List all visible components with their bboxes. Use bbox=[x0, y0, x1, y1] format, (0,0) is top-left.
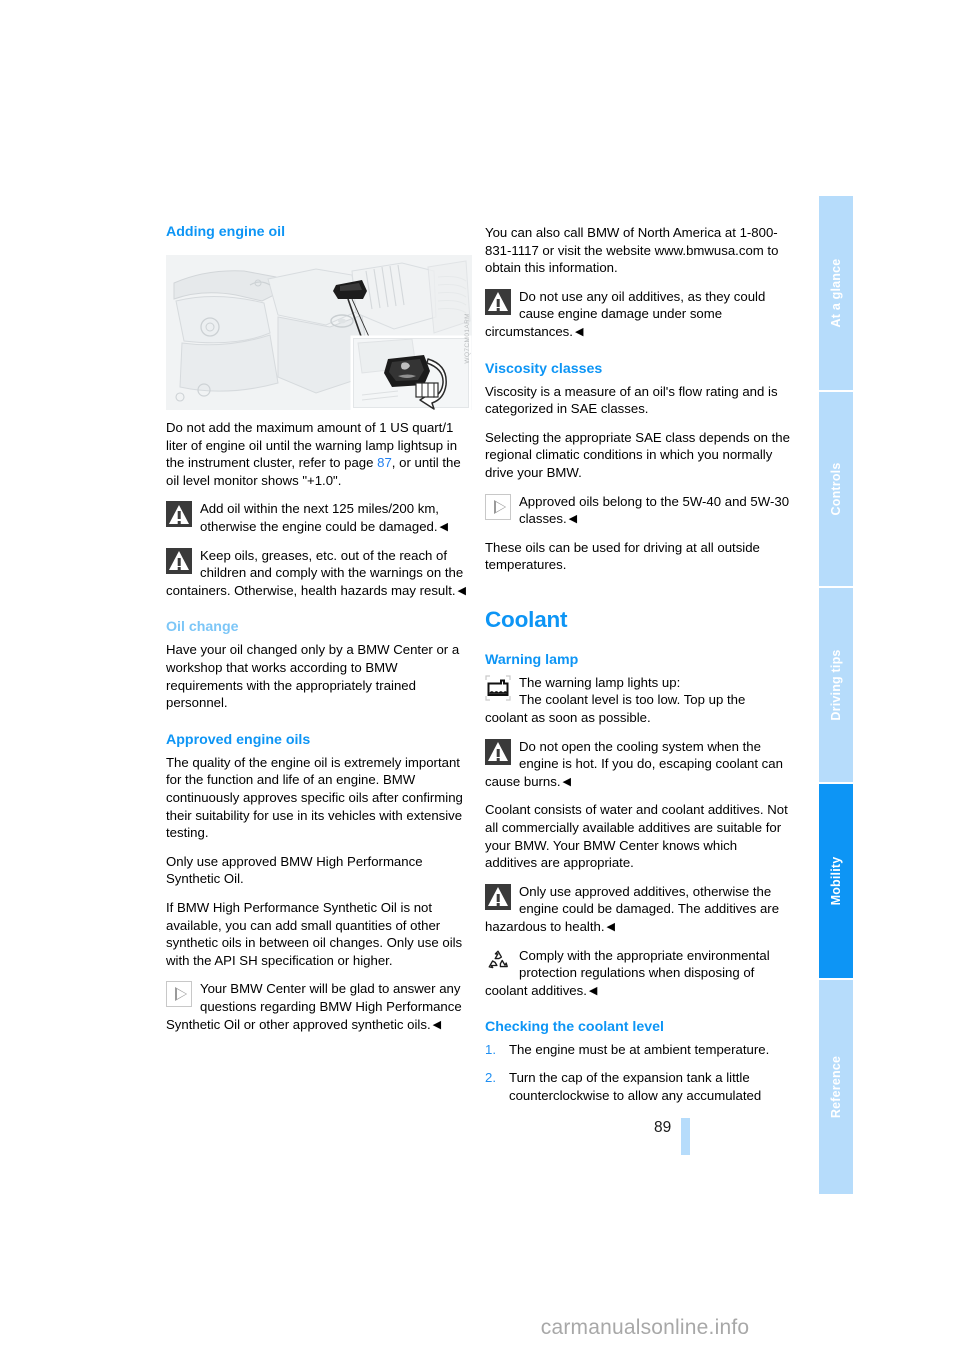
note-no-oil-additives: Do not use any oil additives, as they co… bbox=[485, 288, 791, 341]
do-not-add-text-d: , or bbox=[391, 455, 411, 471]
heading-adding-engine-oil: Adding engine oil bbox=[166, 224, 286, 240]
end-marker-icon: ◀ bbox=[439, 521, 449, 533]
info-triangle-icon bbox=[166, 981, 192, 1008]
site-watermark: carmanualsonline.info bbox=[0, 1316, 960, 1340]
sidebar-tab-driving-tips[interactable]: Driving tips bbox=[819, 588, 853, 782]
step-number: 1. bbox=[485, 1042, 496, 1058]
step-number: 2. bbox=[485, 1069, 496, 1085]
warning-triangle-icon bbox=[166, 501, 192, 528]
heading-approved-engine-oils: Approved engine oils bbox=[166, 731, 311, 748]
note-bmw-center-answers-questions: Your BMW Center will be glad to answer a… bbox=[166, 980, 472, 1033]
paragraph-if-not-available: If BMW High Performance Synthetic Oil is… bbox=[166, 899, 463, 968]
paragraph-do-not-add-max: Do not add the maximum amount of 1 US qu… bbox=[166, 419, 472, 489]
note-coolant-warning-lamp: The warning lamp lights up: The coolant l… bbox=[485, 674, 791, 727]
paragraph-call-bmw-north-america: You can also call BMW of North America a… bbox=[485, 225, 779, 276]
end-marker-icon: ◀ bbox=[606, 920, 615, 933]
sidebar-tab-label: Reference bbox=[828, 1055, 843, 1119]
note-only-approved-additives: Only use approved additives, otherwise t… bbox=[485, 883, 791, 936]
sidebar-tab-label: Mobility bbox=[828, 856, 843, 906]
sidebar-tab-label: Controls bbox=[828, 462, 843, 516]
sidebar-tab-mobility[interactable]: Mobility bbox=[819, 784, 853, 978]
do-not-add-text-a: Do not add the maximum amount of 1 US qu… bbox=[166, 420, 447, 436]
figure-spacer bbox=[166, 246, 472, 419]
recycling-icon bbox=[485, 948, 511, 974]
paragraph-only-use-approved: Only use approved BMW High Performance S… bbox=[166, 853, 423, 887]
end-marker-icon: ◀ bbox=[562, 775, 571, 788]
heading-viscosity-classes: Viscosity classes bbox=[485, 360, 603, 377]
note-text: Approved oils belong to the 5W-40 and 5W… bbox=[519, 493, 790, 527]
page-number-bar bbox=[681, 1118, 690, 1155]
paragraph-viscosity-measure: Viscosity is a measure of an oil's flow … bbox=[485, 383, 778, 417]
note-text: Do not open the cooling system when the … bbox=[485, 738, 783, 789]
step-text: The engine must be at ambient temperatur… bbox=[509, 1042, 770, 1058]
note-text: The warning lamp lights up: The coolant l… bbox=[485, 675, 745, 725]
paragraph-oil-change: Have your oil changed only by a BMW Cent… bbox=[166, 642, 460, 711]
warning-triangle-icon bbox=[485, 288, 511, 315]
note-approved-oils-classes: Approved oils belong to the 5W-40 and 5W… bbox=[485, 493, 791, 528]
note-text: Do not use any oil additives, as they co… bbox=[485, 288, 766, 339]
paragraph-coolant-consists: Coolant consists of water and coolant ad… bbox=[485, 802, 788, 871]
heading-warning-lamp: Warning lamp bbox=[485, 651, 579, 668]
warning-lamp-line-2: The coolant level is too low. Top up the… bbox=[485, 692, 746, 726]
end-marker-icon: ◀ bbox=[568, 513, 578, 526]
warning-triangle-icon bbox=[166, 547, 192, 574]
warning-lamp-line-1: The warning lamp lights up: bbox=[519, 674, 681, 690]
sidebar-tab-at-a-glance[interactable]: At a glance bbox=[819, 196, 853, 390]
section-tab-rail: At a glance Controls Driving tips Mobili… bbox=[819, 196, 853, 1194]
list-item: 1. The engine must be at ambient tempera… bbox=[485, 1041, 791, 1059]
warning-triangle-icon bbox=[485, 738, 511, 765]
note-comply-environmental-regulations: Comply with the appropriate environmenta… bbox=[485, 947, 791, 1000]
info-triangle-icon bbox=[485, 493, 511, 520]
watermark-text: carmanualsonline.info bbox=[540, 1316, 750, 1339]
sidebar-tab-controls[interactable]: Controls bbox=[819, 392, 853, 586]
coolant-warning-lamp-icon bbox=[485, 675, 511, 701]
warning-triangle-icon bbox=[485, 883, 511, 910]
note-text: Comply with the appropriate environmenta… bbox=[485, 947, 770, 998]
heading-coolant: Coolant bbox=[485, 606, 568, 632]
checking-coolant-steps-list: 1. The engine must be at ambient tempera… bbox=[485, 1041, 791, 1104]
note-do-not-open-cooling-system: Do not open the cooling system when the … bbox=[485, 738, 791, 791]
heading-oil-change: Oil change bbox=[166, 619, 239, 636]
note-keep-oils-out-of-reach: Keep oils, greases, etc. out of the reac… bbox=[166, 547, 472, 600]
sidebar-tab-label: At a glance bbox=[828, 258, 843, 328]
note-add-oil-within-125-miles: Add oil within the next 125 miles/200 km… bbox=[166, 500, 472, 535]
page-reference-link[interactable]: 87 bbox=[377, 455, 392, 470]
step-text: Turn the cap of the expansion tank a lit… bbox=[509, 1069, 762, 1103]
end-marker-icon: ◀ bbox=[457, 584, 466, 597]
note-text: Your BMW Center will be glad to answer a… bbox=[166, 981, 462, 1032]
note-text: Only use approved additives, otherwise t… bbox=[485, 883, 780, 934]
note-text: Keep oils, greases, etc. out of the reac… bbox=[166, 547, 464, 598]
left-text-column: Adding engine oil Do not add the maximum… bbox=[166, 224, 472, 1044]
right-text-column: You can also call BMW of North America a… bbox=[485, 224, 791, 1114]
end-marker-icon: ◀ bbox=[432, 1018, 442, 1031]
paragraph-oil-quality: The quality of the engine oil is extreme… bbox=[166, 754, 463, 841]
list-item: 2. Turn the cap of the expansion tank a … bbox=[485, 1069, 791, 1104]
page-number: 89 bbox=[654, 1119, 672, 1136]
sidebar-tab-reference[interactable]: Reference bbox=[819, 980, 853, 1194]
end-marker-icon: ◀ bbox=[588, 984, 598, 997]
manual-page: At a glance Controls Driving tips Mobili… bbox=[0, 0, 960, 1358]
note-text: Add oil within the next 125 miles/200 km… bbox=[200, 501, 439, 534]
sidebar-tab-label: Driving tips bbox=[828, 649, 843, 721]
paragraph-all-outside-temperatures: These oils can be used for driving at al… bbox=[485, 539, 760, 573]
paragraph-selecting-sae-class: Selecting the appropriate SAE class depe… bbox=[485, 429, 790, 480]
end-marker-icon: ◀ bbox=[574, 325, 584, 338]
heading-checking-the-coolant-level: Checking the coolant level bbox=[485, 1019, 664, 1036]
